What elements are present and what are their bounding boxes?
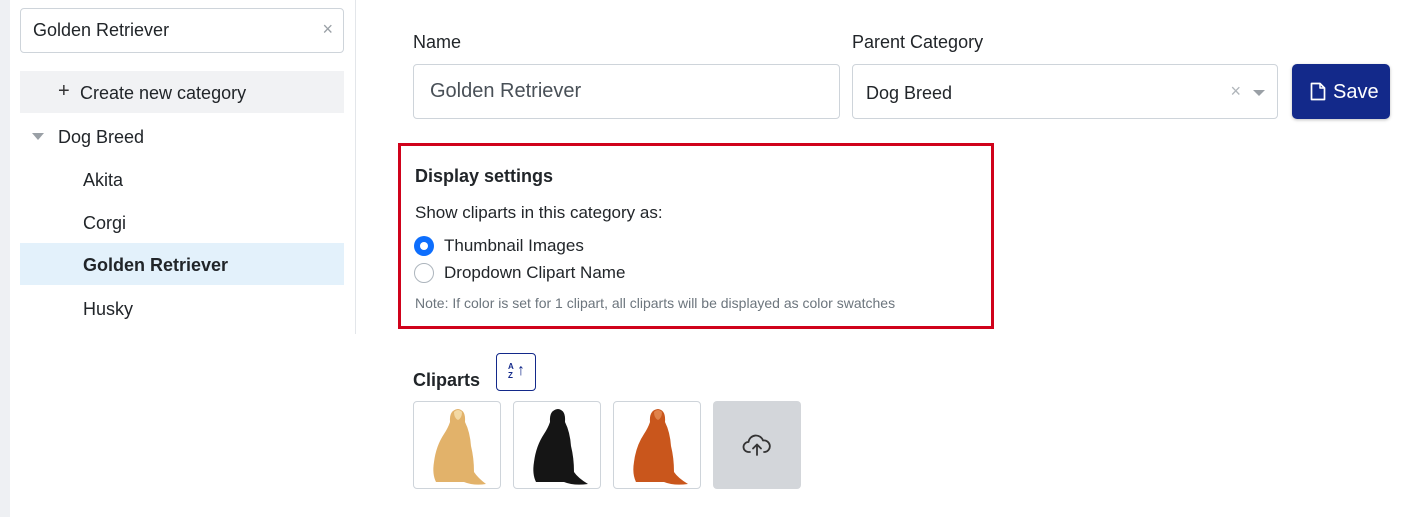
parent-category-value: Dog Breed [866, 83, 953, 103]
plus-icon: + [58, 80, 70, 102]
display-settings-subtitle: Show cliparts in this category as: [415, 203, 663, 222]
tree-item-husky[interactable]: Husky [20, 287, 344, 329]
cliparts-title: Cliparts [413, 370, 481, 390]
clipart-thumbnail-golden[interactable] [413, 401, 501, 489]
dropdown-arrow-icon[interactable] [1253, 90, 1265, 96]
tree-item-label: Dog Breed [58, 127, 145, 147]
radio-unchecked-icon[interactable] [414, 263, 434, 283]
category-search-input[interactable] [33, 9, 303, 52]
parent-category-select[interactable]: Dog Breed × [852, 64, 1278, 119]
name-field [413, 64, 840, 119]
arrow-up-icon: ↑ [517, 362, 525, 379]
sort-button[interactable]: AZ ↑ [496, 353, 536, 391]
red-dog-icon [633, 409, 688, 485]
parent-category-label: Parent Category [852, 32, 984, 52]
clear-search-icon[interactable]: × [322, 19, 333, 39]
golden-dog-icon [433, 409, 486, 485]
black-dog-icon [533, 409, 588, 485]
clipart-thumbnail-black[interactable] [513, 401, 601, 489]
left-edge-bar [0, 0, 10, 517]
tree-item-dog-breed[interactable]: Dog Breed [20, 115, 344, 157]
radio-label: Thumbnail Images [444, 236, 584, 255]
clear-parent-icon[interactable]: × [1230, 81, 1241, 101]
tree-item-golden-retriever[interactable]: Golden Retriever [20, 243, 344, 285]
display-settings-title: Display settings [415, 166, 554, 186]
tree-item-corgi[interactable]: Corgi [20, 201, 344, 243]
file-icon [1310, 82, 1326, 101]
tree-item-label: Corgi [83, 213, 127, 233]
display-settings-panel: Display settings Show cliparts in this c… [398, 143, 994, 329]
caret-down-icon[interactable] [32, 133, 44, 140]
name-label: Name [413, 32, 462, 52]
radio-label: Dropdown Clipart Name [444, 263, 626, 282]
tree-item-label: Husky [83, 299, 134, 319]
tree-item-akita[interactable]: Akita [20, 158, 344, 200]
create-category-label: Create new category [80, 83, 247, 103]
cloud-upload-icon [742, 434, 771, 456]
save-label: Save [1333, 81, 1379, 103]
name-input[interactable] [430, 65, 825, 118]
save-button[interactable]: Save [1292, 64, 1390, 119]
create-category-button[interactable]: + Create new category [20, 71, 344, 113]
upload-clipart-button[interactable] [713, 401, 801, 489]
category-search-box: × [20, 8, 344, 53]
display-settings-note: Note: If color is set for 1 clipart, all… [415, 295, 896, 311]
sort-alpha-icon: AZ [508, 362, 514, 380]
clipart-thumbnail-red[interactable] [613, 401, 701, 489]
tree-item-label: Akita [83, 170, 124, 190]
tree-item-label: Golden Retriever [83, 255, 229, 275]
category-sidebar: × + Create new category Dog Breed Akita … [10, 0, 356, 334]
radio-checked-icon[interactable] [414, 236, 434, 256]
